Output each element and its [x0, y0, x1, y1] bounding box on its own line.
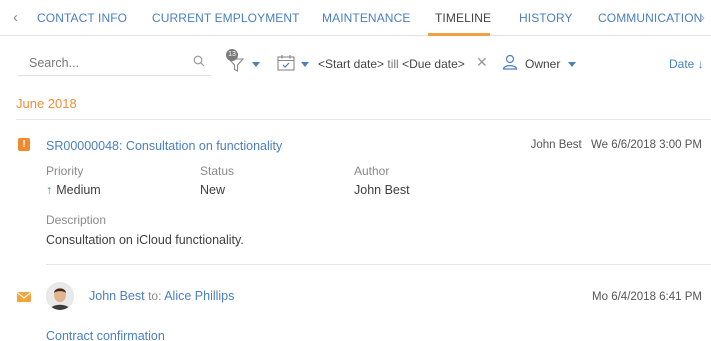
item-owner: John Best [530, 139, 582, 151]
tab-bar: ‹ CONTACT INFO CURRENT EMPLOYMENT MAINTE… [0, 0, 711, 36]
tab-communication[interactable]: COMMUNICATION [598, 11, 702, 25]
priority-label: Priority [46, 164, 84, 178]
case-icon: ! [18, 138, 30, 151]
author-value: John Best [354, 183, 410, 197]
till-label: till [387, 57, 399, 71]
status-value: New [200, 183, 226, 197]
user-icon [502, 54, 518, 70]
description-value: Consultation on iCloud functionality. [46, 233, 244, 247]
start-date[interactable]: <Start date> [318, 57, 384, 71]
priority-value: ↑ Medium [46, 183, 101, 197]
tab-timeline[interactable]: TIMELINE [435, 11, 491, 25]
date-range[interactable]: <Start date> till <Due date> [318, 57, 465, 71]
sender-link[interactable]: John Best [89, 289, 145, 303]
email-participants: John Best to: Alice Phillips [89, 289, 234, 303]
author-label: Author [354, 164, 390, 178]
owner-filter[interactable]: Owner [525, 57, 560, 71]
search-placeholder: Search... [29, 56, 80, 70]
chevron-right-icon[interactable]: › [700, 9, 705, 26]
item-datetime: Mo 6/4/2018 6:41 PM [592, 291, 702, 303]
divider [46, 264, 711, 265]
tab-maintenance[interactable]: MAINTENANCE [322, 11, 410, 25]
search-icon[interactable] [193, 55, 205, 67]
month-header: June 2018 [16, 96, 77, 111]
due-date[interactable]: <Due date> [402, 57, 465, 71]
tab-history[interactable]: HISTORY [519, 11, 573, 25]
active-tab-indicator [428, 33, 490, 36]
divider [16, 119, 711, 120]
chevron-down-icon[interactable] [301, 62, 309, 67]
arrow-up-icon: ↑ [46, 183, 53, 197]
avatar[interactable] [46, 282, 74, 310]
calendar-icon[interactable] [277, 54, 295, 71]
sort-by-date[interactable]: Date ↓ [669, 57, 704, 71]
item-datetime: We 6/6/2018 3:00 PM [590, 139, 702, 151]
description-label: Description [46, 213, 107, 227]
email-subject-link[interactable]: Contract confirmation [46, 329, 165, 341]
filter-count-badge: 13 [226, 49, 238, 61]
chevron-down-icon[interactable] [252, 62, 260, 67]
chevron-down-icon[interactable] [568, 62, 576, 67]
email-icon [17, 292, 31, 302]
clear-icon[interactable]: ✕ [476, 54, 488, 71]
case-title-link[interactable]: SR00000048: Consultation on functionalit… [46, 139, 282, 153]
tab-contact-info[interactable]: CONTACT INFO [37, 11, 127, 25]
search-input[interactable]: Search... [18, 50, 211, 76]
item-meta: John Best We 6/6/2018 3:00 PM [531, 139, 702, 151]
to-label: to: [148, 289, 162, 303]
recipient-link[interactable]: Alice Phillips [164, 289, 234, 303]
chevron-left-icon[interactable]: ‹ [13, 9, 18, 26]
tab-current-employment[interactable]: CURRENT EMPLOYMENT [152, 11, 300, 25]
status-label: Status [200, 164, 235, 178]
avatar-image [46, 282, 74, 310]
